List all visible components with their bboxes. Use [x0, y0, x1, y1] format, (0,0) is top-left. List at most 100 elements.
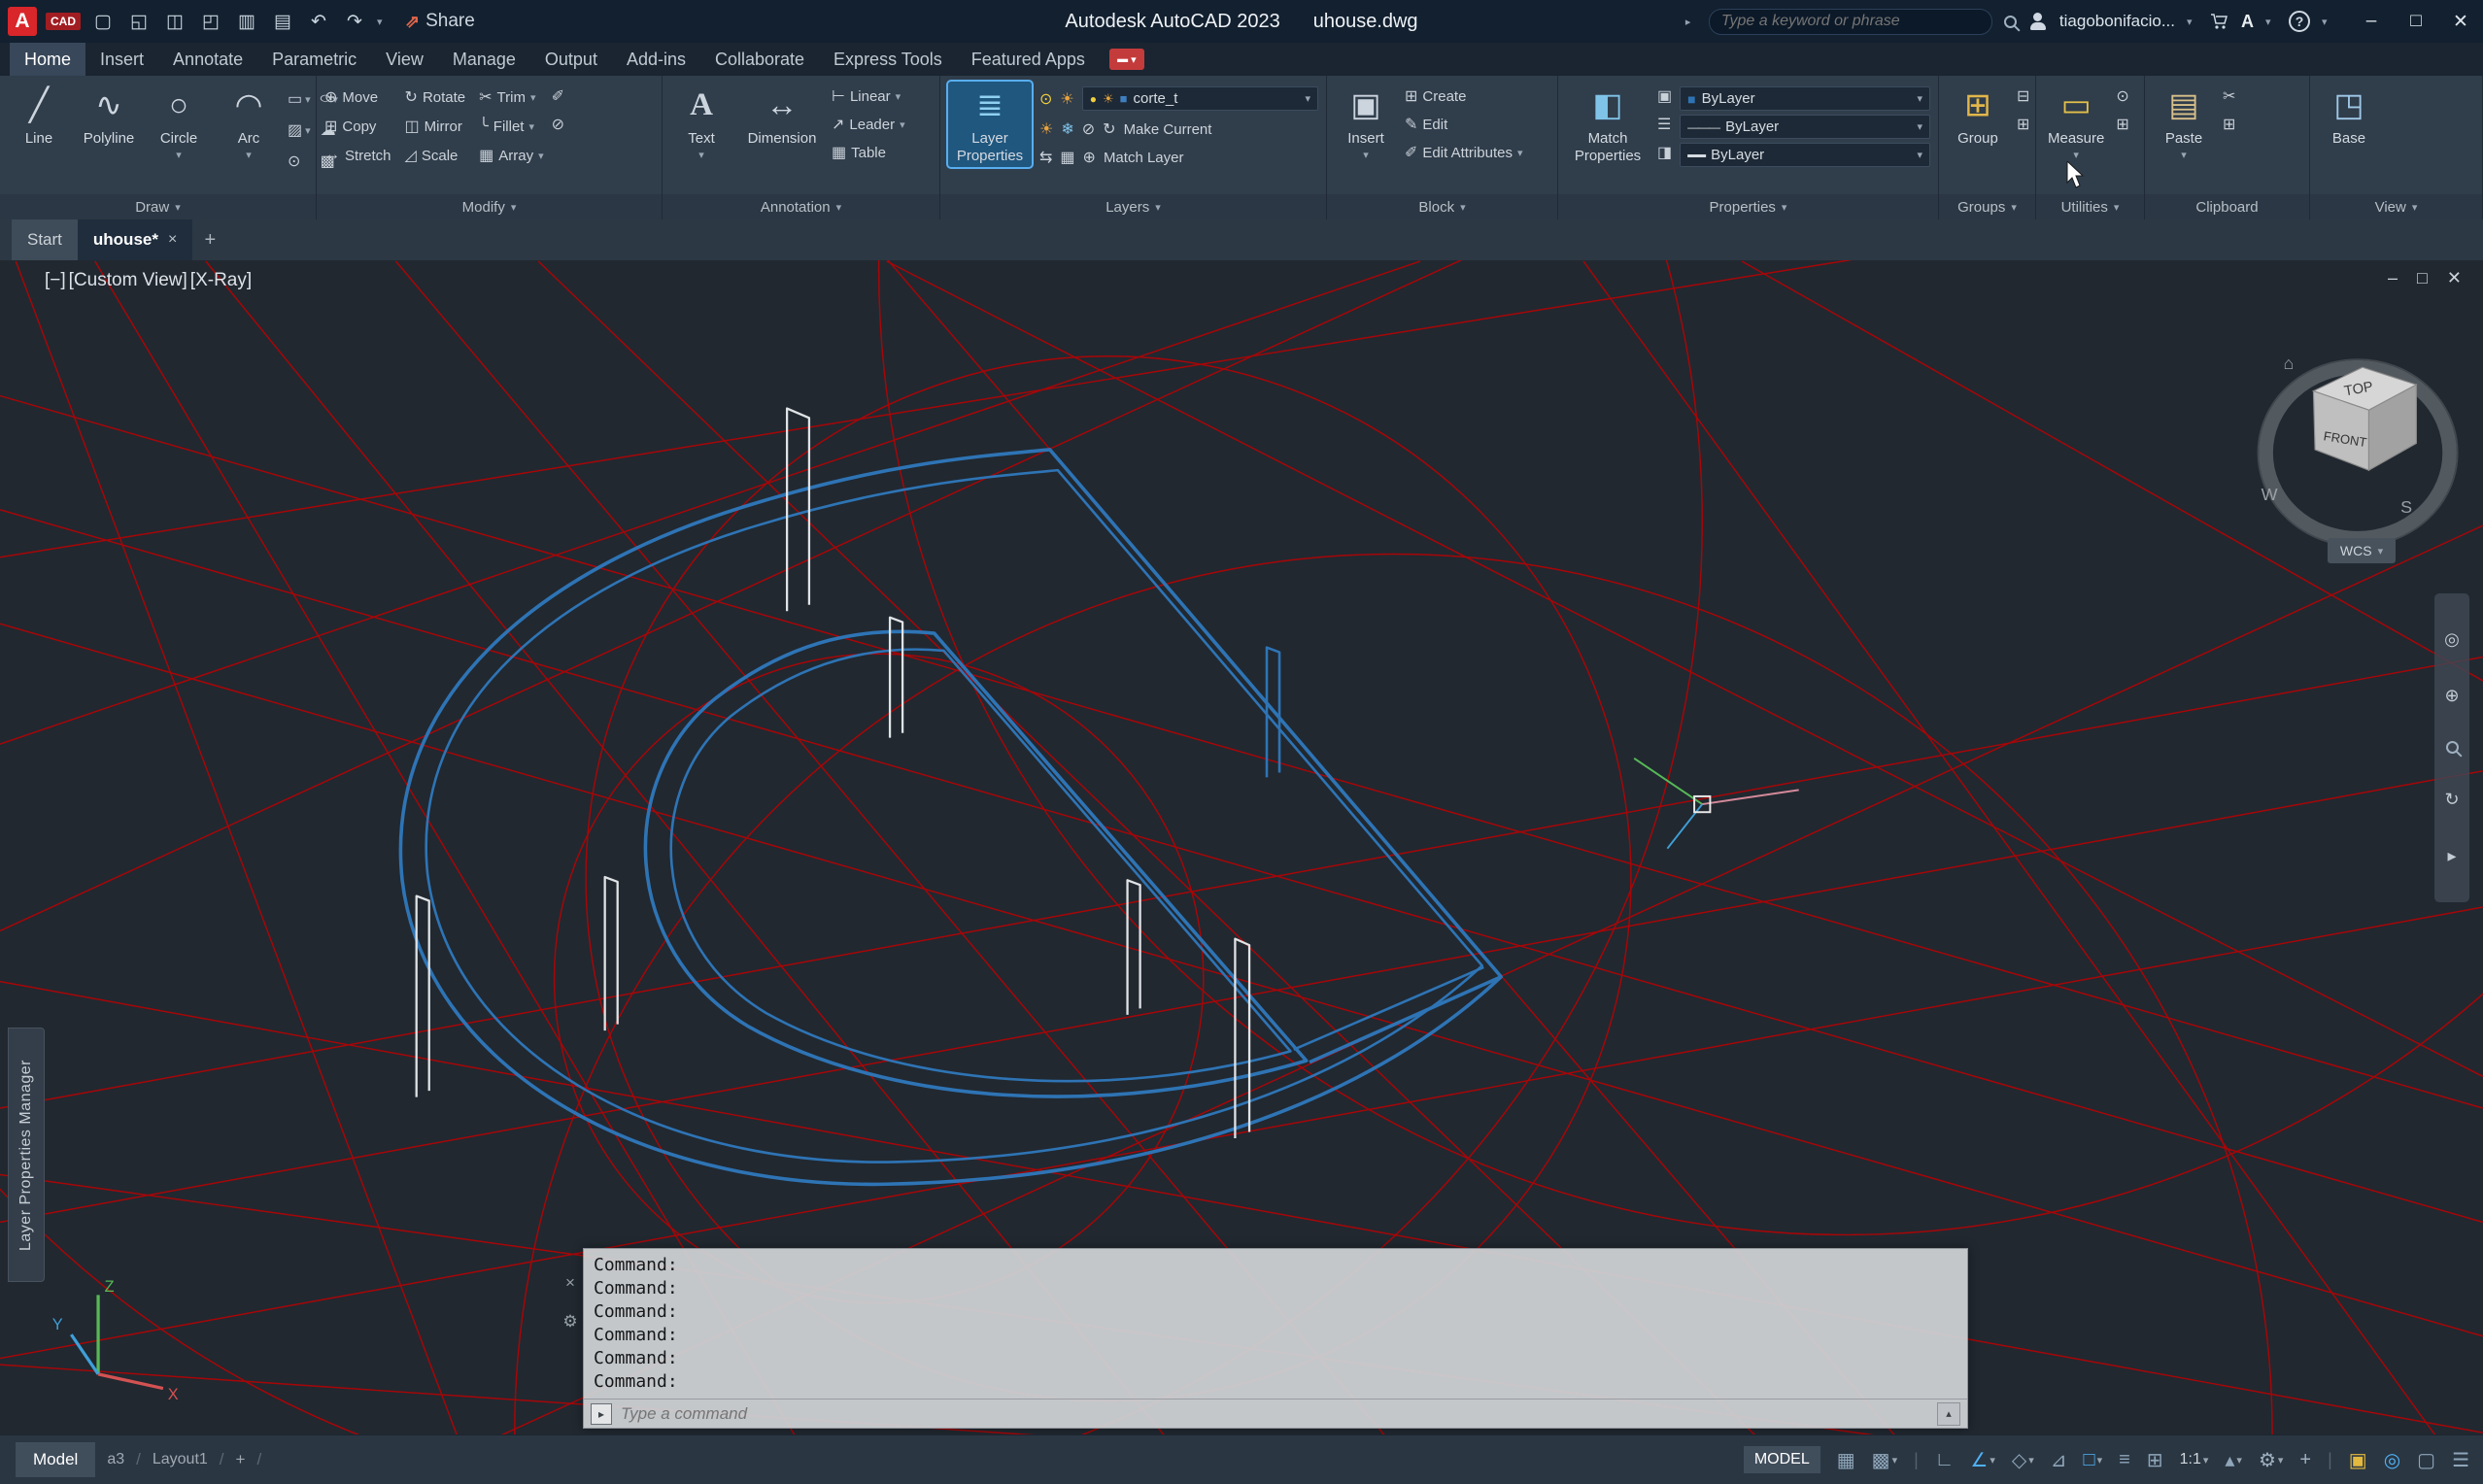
layer-isolate-icon[interactable]: ⊕ [1083, 148, 1096, 167]
help-icon[interactable]: ? [2289, 11, 2310, 32]
viewcube[interactable]: W S ⌂ TOP FRONT [2258, 354, 2457, 547]
viewcube-south-label[interactable]: S [2400, 497, 2412, 517]
tab-view[interactable]: View [371, 43, 438, 76]
new-file-icon[interactable]: ▢ [89, 11, 117, 33]
viewport-close-icon[interactable]: ✕ [2447, 268, 2462, 288]
ribbon-display-toggle[interactable]: ▬ ▾ [1109, 49, 1144, 70]
annotation-visibility-toggle[interactable]: ▴▾ [2225, 1448, 2242, 1472]
command-prompt-icon[interactable]: ▸ [591, 1403, 612, 1425]
inner-wall-outer-edge[interactable] [645, 631, 1306, 1096]
layer-sun2-icon[interactable]: ☀ [1039, 119, 1053, 139]
house-wireframe[interactable] [400, 450, 1501, 1184]
fillet-button[interactable]: ╰Fillet▾ [479, 117, 544, 136]
dimension-tool-button[interactable]: ↔ Dimension [740, 82, 824, 150]
tab-collaborate[interactable]: Collaborate [700, 43, 819, 76]
layout-tab-a3[interactable]: a3 [107, 1451, 124, 1468]
panel-label-block[interactable]: Block ▾ [1327, 194, 1557, 219]
command-history[interactable]: Command: Command: Command: Command: Comm… [583, 1248, 1968, 1429]
insert-block-button[interactable]: ▣ Insert ▾ [1335, 82, 1397, 167]
undo-icon[interactable]: ↶ [305, 11, 332, 33]
autocad-logo-icon[interactable]: A [8, 7, 37, 36]
linear-dimension-button[interactable]: ⊢Linear▾ [832, 86, 905, 106]
panel-label-annotation[interactable]: Annotation ▾ [663, 194, 939, 219]
object-color-dropdown[interactable]: ■ ByLayer ▾ [1680, 86, 1930, 111]
layer-properties-palette-tab[interactable]: Layer Properties Manager [8, 1028, 45, 1282]
dynamic-input-toggle[interactable]: ⊞ [2147, 1448, 2163, 1472]
match-layer-button[interactable]: Match Layer [1104, 150, 1184, 166]
tab-manage[interactable]: Manage [438, 43, 530, 76]
create-block-button[interactable]: ⊞Create [1405, 86, 1523, 106]
measure-button[interactable]: ▭ Measure ▾ [2044, 82, 2108, 167]
command-close-icon[interactable]: × [565, 1273, 575, 1293]
close-button[interactable]: ✕ [2438, 0, 2483, 43]
construction-circle[interactable] [586, 356, 1631, 1401]
layer-off-icon[interactable]: ⊙ [1039, 89, 1052, 109]
circle-tool-button[interactable]: ○ Circle ▾ [148, 82, 210, 167]
panel-label-utilities[interactable]: Utilities ▾ [2036, 194, 2144, 219]
arc-dropdown-icon[interactable]: ▾ [246, 148, 252, 164]
plot-icon[interactable]: ▥ [233, 11, 260, 33]
command-input[interactable] [621, 1404, 1928, 1424]
edit-block-button[interactable]: ✎Edit [1405, 115, 1523, 134]
osnap-tracking-toggle[interactable]: ⊿ [2051, 1448, 2067, 1472]
viewport-minus-control[interactable]: [−] [45, 270, 66, 291]
copy-button[interactable]: ⊞Copy [324, 117, 391, 136]
publish-icon[interactable]: ▤ [269, 11, 296, 33]
drawing-canvas[interactable]: Z X Y W S ⌂ TOP FRO [0, 260, 2483, 1434]
model-tab[interactable]: Model [16, 1442, 95, 1477]
command-window-grip[interactable]: × ⚙ [558, 1248, 583, 1429]
layer-properties-button[interactable]: ≣ Layer Properties [948, 82, 1032, 167]
viewport-minimize-icon[interactable]: – [2388, 268, 2398, 288]
nav-showmotion-icon[interactable]: ▸ [2447, 846, 2456, 866]
file-tab-start[interactable]: Start [12, 219, 78, 260]
nav-pan-icon[interactable]: ⊕ [2444, 686, 2459, 706]
tab-annotate[interactable]: Annotate [158, 43, 257, 76]
file-tab-uhouse[interactable]: uhouse* × [78, 219, 192, 260]
point-tool-button[interactable]: ⊙ [288, 152, 311, 171]
workspace-gear-icon[interactable]: ⚙▾ [2259, 1448, 2283, 1472]
lineweight-dropdown[interactable]: ▬▬ ByLayer ▾ [1680, 143, 1930, 167]
cut-icon[interactable]: ✂ [2223, 86, 2235, 106]
layer-lock-icon[interactable]: ⊘ [1082, 119, 1095, 139]
scale-button[interactable]: ◿Scale [405, 146, 466, 165]
rectangle-tool-button[interactable]: ▭▾ [288, 89, 311, 109]
panel-label-layers[interactable]: Layers ▾ [940, 194, 1326, 219]
share-button[interactable]: ⇗ Share [405, 11, 475, 32]
base-view-button[interactable]: ◳ Base [2318, 82, 2380, 150]
panel-label-clipboard[interactable]: Clipboard [2145, 194, 2309, 219]
quick-calc-icon[interactable]: ⊞ [2116, 115, 2128, 134]
table-button[interactable]: ▦Table [832, 143, 905, 162]
line-tool-button[interactable]: ╱ Line [8, 82, 70, 150]
inner-wall-inner-edge[interactable] [671, 650, 1291, 1082]
search-expand-icon[interactable]: ▸ [1685, 16, 1697, 28]
app-store-dropdown-icon[interactable]: ▾ [2265, 16, 2277, 28]
move-button[interactable]: ⊕Move [324, 87, 391, 107]
annotation-monitor-toggle[interactable]: + [2299, 1449, 2311, 1471]
construction-circle[interactable] [879, 260, 2483, 1234]
viewcube-west-label[interactable]: W [2262, 485, 2278, 504]
properties-icon-1[interactable]: ▣ [1657, 86, 1672, 106]
file-tab-close-icon[interactable]: × [168, 231, 177, 249]
quick-select-icon[interactable]: ⊙ [2116, 86, 2128, 106]
layer-prev-icon[interactable]: ▦ [1060, 148, 1074, 167]
ortho-mode-toggle[interactable]: ∟ [1935, 1449, 1955, 1471]
viewport-view-control[interactable]: [Custom View] [69, 270, 187, 291]
command-scroll-up-icon[interactable]: ▴ [1937, 1402, 1960, 1426]
outer-wall-outer-edge[interactable] [400, 450, 1501, 1184]
mirror-button[interactable]: ◫Mirror [405, 117, 466, 136]
linetype-dropdown[interactable]: ——— ByLayer ▾ [1680, 115, 1930, 139]
graphics-performance-icon[interactable]: ▣ [2349, 1448, 2367, 1472]
make-current-button[interactable]: Make Current [1124, 121, 1212, 138]
snap-mode-toggle[interactable]: ▩▾ [1872, 1448, 1897, 1472]
paste-button[interactable]: ▤ Paste ▾ [2153, 82, 2215, 167]
layer-restore-icon[interactable]: ↻ [1103, 119, 1115, 139]
object-snap-toggle[interactable]: □▾ [2084, 1449, 2103, 1471]
tab-insert[interactable]: Insert [85, 43, 158, 76]
properties-icon-2[interactable]: ☰ [1657, 115, 1672, 134]
tab-express-tools[interactable]: Express Tools [819, 43, 957, 76]
grid-display-toggle[interactable]: ▦ [1837, 1448, 1855, 1472]
panel-label-modify[interactable]: Modify ▾ [317, 194, 662, 219]
cart-icon[interactable] [2210, 13, 2229, 30]
command-customize-icon[interactable]: ⚙ [562, 1312, 577, 1332]
match-properties-button[interactable]: ◧ Match Properties [1566, 82, 1650, 167]
